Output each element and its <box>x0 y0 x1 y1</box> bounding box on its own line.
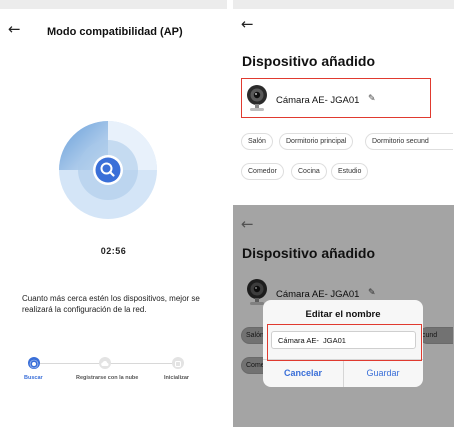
device-added-screen: ← Dispositivo añadido Cámara AE- JGA01 ✎… <box>233 0 454 200</box>
step-label: Inicializar <box>164 375 190 381</box>
step-search-icon <box>28 357 40 369</box>
cancel-button[interactable]: Cancelar <box>263 360 343 387</box>
radar-graphic <box>59 121 157 219</box>
scanning-radar <box>58 120 158 220</box>
room-chip[interactable]: Comedor <box>241 163 284 180</box>
back-arrow-icon[interactable]: ← <box>241 17 254 32</box>
status-bar <box>0 0 227 9</box>
edit-pencil-icon[interactable]: ✎ <box>368 94 376 104</box>
search-badge-fill <box>95 157 121 183</box>
page-title: Modo compatibilidad (AP) <box>47 26 183 38</box>
step-cloud-icon <box>99 357 111 369</box>
back-arrow-icon[interactable]: ← <box>8 22 21 37</box>
camera-icon <box>245 84 269 117</box>
room-chip[interactable]: Dormitorio principal <box>279 133 354 150</box>
step-initialize-icon <box>172 357 184 369</box>
dialog-title: Editar el nombre <box>305 309 381 320</box>
countdown-timer: 02:56 <box>100 246 127 256</box>
room-chip[interactable]: Estudio <box>331 163 369 180</box>
status-bar <box>233 0 454 9</box>
device-name: Cámara AE- JGA01 <box>276 95 360 106</box>
room-chip[interactable]: Dormitorio secund <box>365 133 453 150</box>
room-chip[interactable]: Cocina <box>291 163 327 180</box>
info-text: Cuanto más cerca estén los dispositivos,… <box>22 294 200 314</box>
save-button[interactable]: Guardar <box>343 360 423 387</box>
input-highlight-box <box>267 324 422 361</box>
room-chip[interactable]: Salón <box>241 133 273 150</box>
step-label: Buscar <box>24 375 43 381</box>
page-title: Dispositivo añadido <box>242 53 376 69</box>
step-label: Registrarse con la nube <box>76 375 139 381</box>
compatibility-mode-screen: ← Modo compatibilidad (AP) 02:56 Cuanto … <box>0 0 227 427</box>
edit-name-screen: ← Dispositivo añadido Cámara AE- JGA01 ✎… <box>233 205 454 427</box>
